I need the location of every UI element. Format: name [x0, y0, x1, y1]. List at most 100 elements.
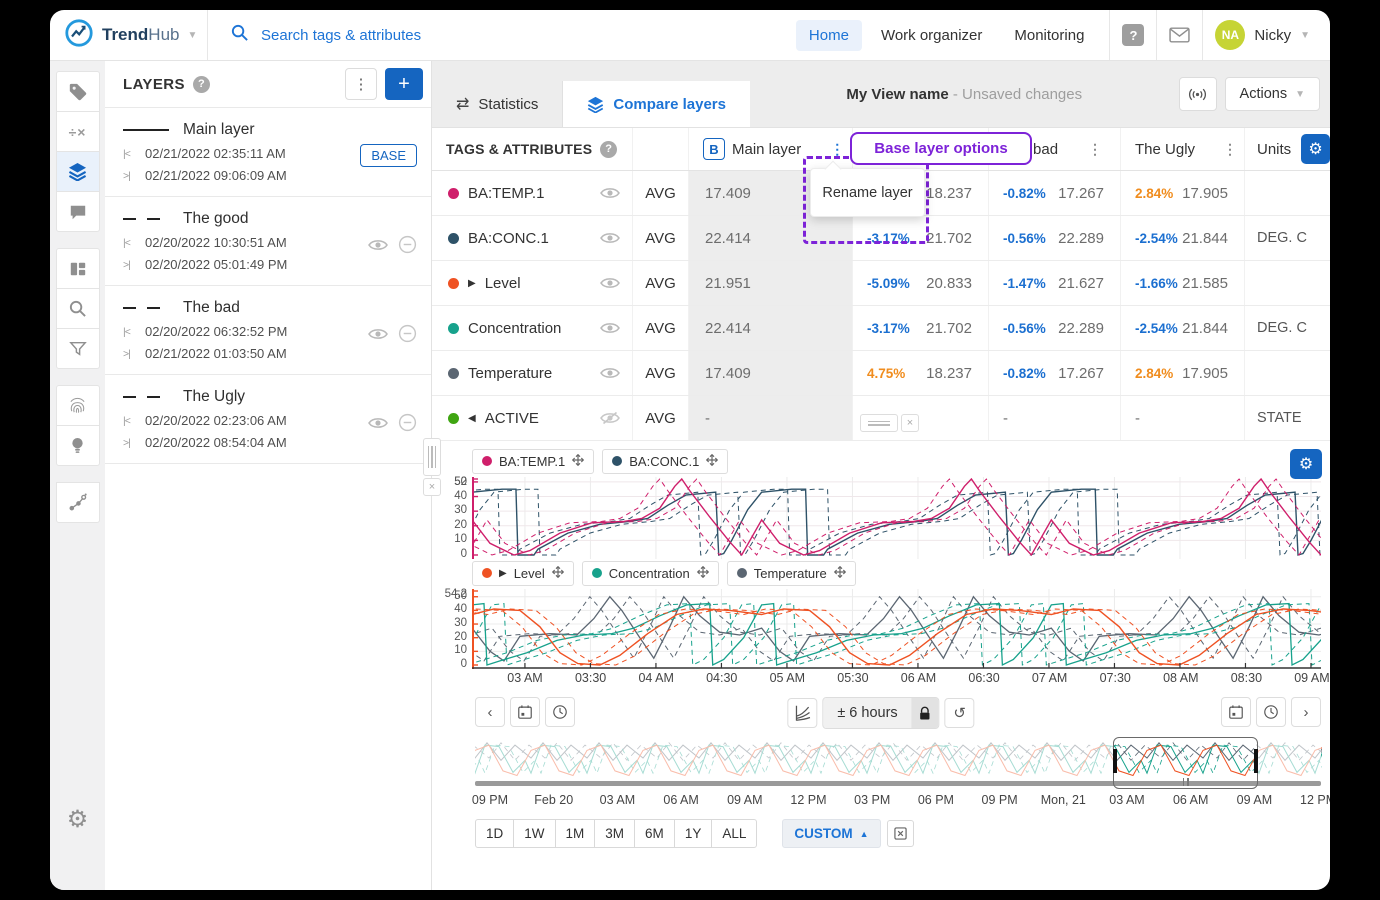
- table-resize-grip[interactable]: ×: [860, 414, 919, 432]
- layers-menu-button[interactable]: ⋮: [345, 68, 377, 100]
- rail-button-node-graph[interactable]: [56, 482, 100, 523]
- pan-right-button[interactable]: ›: [1291, 697, 1321, 727]
- legend-chip-temperature[interactable]: Temperature: [727, 561, 856, 586]
- collapse-range-button[interactable]: [887, 820, 914, 847]
- tags-help-icon[interactable]: ?: [600, 141, 617, 158]
- move-icon[interactable]: [697, 566, 709, 581]
- chart2-canvas[interactable]: [472, 589, 1321, 669]
- move-icon[interactable]: [706, 454, 718, 469]
- zoom-preset-1d[interactable]: 1D: [475, 819, 514, 848]
- table-row[interactable]: ConcentrationAVG22.414-3.17%21.702-0.56%…: [432, 306, 1330, 351]
- layer-item-the-bad[interactable]: The bad|<02/20/2022 06:32:52 PM>|02/21/2…: [105, 286, 431, 375]
- rail-button-fingerprint[interactable]: [56, 385, 100, 426]
- eye-icon[interactable]: [600, 276, 620, 290]
- layers-help-icon[interactable]: ?: [193, 76, 210, 93]
- move-icon[interactable]: [834, 566, 846, 581]
- start-date-picker-button[interactable]: [510, 697, 540, 727]
- rail-button-tag[interactable]: [56, 71, 100, 112]
- zoom-preset-6m[interactable]: 6M: [634, 819, 675, 848]
- mail-icon[interactable]: [1169, 27, 1190, 43]
- rail-button-search-data[interactable]: [56, 288, 100, 329]
- panel-resize-grip[interactable]: ×: [423, 438, 441, 496]
- rail-button-dashboard[interactable]: [56, 248, 100, 289]
- eye-icon[interactable]: [368, 327, 388, 346]
- zoom-preset-all[interactable]: ALL: [711, 819, 757, 848]
- move-icon[interactable]: [572, 454, 584, 469]
- legend-chip-ba-temp-1[interactable]: BA:TEMP.1: [472, 449, 594, 474]
- selection-grip[interactable]: [1183, 778, 1189, 786]
- settings-gear-icon[interactable]: ⚙: [67, 805, 89, 834]
- zoom-preset-1w[interactable]: 1W: [513, 819, 555, 848]
- rail-button-comment[interactable]: [56, 191, 100, 232]
- the-ugly-menu-icon[interactable]: ⋮: [1219, 141, 1241, 158]
- vertical-grip-icon[interactable]: [423, 438, 441, 476]
- statistic-cell[interactable]: AVG: [632, 351, 688, 395]
- start-time-picker-button[interactable]: [545, 697, 575, 727]
- chart-settings-gear-icon[interactable]: ⚙: [1290, 449, 1322, 479]
- end-time-picker-button[interactable]: [1256, 697, 1286, 727]
- time-range-control[interactable]: ± 6 hours: [822, 697, 939, 729]
- tab-compare-layers[interactable]: Compare layers: [562, 81, 750, 127]
- custom-range-button[interactable]: CUSTOM▲: [782, 819, 880, 848]
- nav-item-work-organizer[interactable]: Work organizer: [868, 20, 995, 51]
- tab-statistics[interactable]: ⇄ Statistics: [432, 81, 562, 127]
- rename-layer-menu-item[interactable]: Rename layer: [810, 168, 925, 217]
- chart1-canvas[interactable]: [472, 477, 1321, 559]
- table-row[interactable]: TemperatureAVG17.4094.75%18.237-0.82%17.…: [432, 351, 1330, 396]
- remove-layer-icon[interactable]: [398, 235, 417, 259]
- zoom-preset-3m[interactable]: 3M: [594, 819, 635, 848]
- brand[interactable]: TrendHub ▼: [50, 10, 208, 60]
- eye-slash-icon[interactable]: [600, 411, 620, 425]
- add-layer-button[interactable]: +: [385, 68, 423, 100]
- rail-button-layers[interactable]: [56, 151, 100, 192]
- eye-icon[interactable]: [600, 231, 620, 245]
- help-icon[interactable]: ?: [1122, 24, 1144, 46]
- zoom-preset-1y[interactable]: 1Y: [674, 819, 713, 848]
- rail-button-recommendations[interactable]: [56, 425, 100, 466]
- nav-item-monitoring[interactable]: Monitoring: [1001, 20, 1097, 51]
- move-icon[interactable]: [552, 566, 564, 581]
- user-menu[interactable]: NA Nicky ▼: [1215, 20, 1310, 50]
- rail-button-filter[interactable]: [56, 328, 100, 369]
- selection-right-handle[interactable]: [1254, 749, 1258, 773]
- eye-icon[interactable]: [600, 186, 620, 200]
- trend-compare-button[interactable]: [787, 698, 817, 728]
- the-bad-menu-icon[interactable]: ⋮: [1084, 141, 1106, 158]
- statistic-cell[interactable]: AVG: [632, 396, 688, 440]
- eye-icon[interactable]: [368, 238, 388, 257]
- context-selection-window[interactable]: [1113, 737, 1258, 789]
- layer-item-main-layer[interactable]: Main layer|<02/21/2022 02:35:11 AM>|02/2…: [105, 108, 431, 197]
- live-broadcast-button[interactable]: [1179, 77, 1217, 111]
- statistic-cell[interactable]: AVG: [632, 216, 688, 260]
- horizontal-grip-icon[interactable]: [860, 414, 898, 432]
- remove-layer-icon[interactable]: [398, 413, 417, 437]
- rail-button-formulas[interactable]: ÷×: [56, 111, 100, 152]
- zoom-preset-1m[interactable]: 1M: [555, 819, 596, 848]
- main-layer-menu-icon[interactable]: ⋮: [826, 141, 848, 158]
- layer-item-the-ugly[interactable]: The Ugly|<02/20/2022 02:23:06 AM>|02/20/…: [105, 375, 431, 464]
- legend-chip-level[interactable]: ▶Level: [472, 561, 574, 586]
- statistic-cell[interactable]: AVG: [632, 306, 688, 350]
- statistic-cell[interactable]: AVG: [632, 261, 688, 305]
- pan-left-button[interactable]: ‹: [475, 697, 505, 727]
- eye-icon[interactable]: [600, 321, 620, 335]
- legend-chip-concentration[interactable]: Concentration: [582, 561, 719, 586]
- nav-item-home[interactable]: Home: [796, 20, 862, 51]
- table-settings-gear-icon[interactable]: ⚙: [1301, 134, 1330, 164]
- close-split-icon[interactable]: ×: [901, 414, 919, 432]
- brand-chevron-down-icon[interactable]: ▼: [187, 30, 197, 41]
- table-row[interactable]: ▶LevelAVG21.951-5.09%20.833-1.47%21.627-…: [432, 261, 1330, 306]
- remove-layer-icon[interactable]: [398, 324, 417, 348]
- end-date-picker-button[interactable]: [1221, 697, 1251, 727]
- statistic-cell[interactable]: AVG: [632, 171, 688, 215]
- layer-item-the-good[interactable]: The good|<02/20/2022 10:30:51 AM>|02/20/…: [105, 197, 431, 286]
- eye-icon[interactable]: [600, 366, 620, 380]
- base-badge[interactable]: BASE: [360, 144, 417, 167]
- close-panel-icon[interactable]: ×: [423, 478, 441, 496]
- selection-left-handle[interactable]: [1113, 749, 1117, 773]
- lock-icon[interactable]: [912, 698, 939, 728]
- actions-button[interactable]: Actions▼: [1225, 77, 1320, 111]
- legend-chip-ba-conc-1[interactable]: BA:CONC.1: [602, 449, 728, 474]
- history-button[interactable]: ↺: [945, 698, 975, 728]
- eye-icon[interactable]: [368, 416, 388, 435]
